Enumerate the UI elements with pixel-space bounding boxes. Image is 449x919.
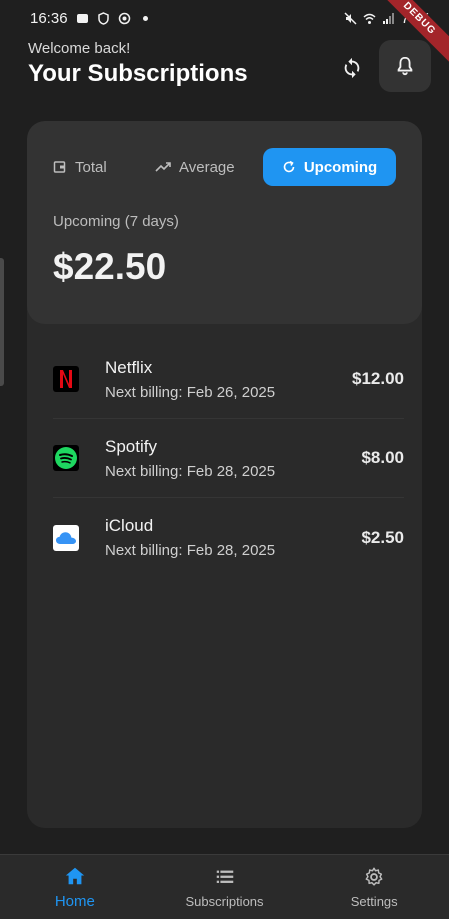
notifications-button[interactable] (379, 40, 431, 92)
tab-upcoming-label: Upcoming (303, 158, 378, 176)
bottom-nav: Home Subscriptions Settings (0, 854, 449, 919)
list-item[interactable]: Netflix Next billing: Feb 26, 2025 $12.0… (53, 340, 404, 419)
summary-panel: Total Average Upcoming Upcoming (7 days)… (27, 121, 422, 324)
item-price: $12.00 (352, 369, 404, 388)
item-text: Netflix Next billing: Feb 26, 2025 (105, 358, 352, 401)
summary-amount: $22.50 (53, 246, 167, 287)
welcome-text: Welcome back! (28, 40, 131, 57)
sync-status-icon (118, 12, 130, 24)
item-text: Spotify Next billing: Feb 28, 2025 (105, 437, 361, 480)
wifi-icon (363, 13, 376, 24)
summary-label: Upcoming (7 days) (53, 213, 179, 230)
tab-total[interactable]: Total (53, 148, 155, 186)
gear-icon (365, 867, 383, 886)
header: Welcome back! Your Subscriptions (28, 40, 248, 88)
dot-icon (142, 15, 148, 21)
tab-upcoming[interactable]: Upcoming (263, 148, 396, 186)
status-left: 16:36 (30, 10, 152, 27)
wallet-icon (53, 161, 66, 173)
nav-home-label: Home (54, 892, 95, 910)
subscription-list: Netflix Next billing: Feb 26, 2025 $12.0… (27, 340, 422, 577)
trending-up-icon (155, 162, 171, 172)
item-name: Spotify (105, 436, 157, 456)
icloud-logo (53, 524, 79, 551)
bell-icon (397, 56, 413, 76)
status-bar: 16:36 71% (0, 0, 449, 36)
nav-settings[interactable]: Settings (299, 855, 449, 919)
item-name: iCloud (105, 516, 154, 535)
nav-settings-label: Settings (350, 893, 398, 909)
tab-average-label: Average (179, 158, 235, 176)
nav-subscriptions[interactable]: Subscriptions (150, 855, 300, 919)
list-item[interactable]: iCloud Next billing: Feb 28, 2025 $2.50 (53, 498, 404, 577)
subscriptions-card: Total Average Upcoming Upcoming (7 days)… (27, 121, 422, 828)
refresh-circle-icon (283, 160, 295, 173)
tab-total-label: Total (75, 158, 107, 176)
netflix-logo (53, 366, 79, 392)
item-price: $2.50 (361, 527, 404, 547)
item-name: Netflix (105, 357, 153, 377)
shield-icon (97, 11, 109, 25)
home-icon (65, 867, 84, 884)
spotify-logo (53, 445, 79, 471)
list-icon (216, 870, 233, 883)
signal-icon (382, 12, 394, 24)
tab-average[interactable]: Average (155, 148, 263, 186)
notification-icon (76, 13, 88, 23)
nav-home[interactable]: Home (0, 855, 150, 919)
item-text: iCloud Next billing: Feb 28, 2025 (105, 516, 361, 559)
status-time: 16:36 (30, 9, 68, 27)
mute-icon (344, 11, 357, 25)
summary-tabs: Total Average Upcoming (53, 148, 396, 186)
item-next-billing: Next billing: Feb 28, 2025 (105, 462, 276, 480)
nav-subscriptions-label: Subscriptions (185, 893, 264, 909)
item-next-billing: Next billing: Feb 26, 2025 (105, 383, 276, 401)
page-title: Your Subscriptions (28, 60, 248, 87)
edge-panel-handle[interactable] (0, 258, 4, 386)
item-price: $8.00 (361, 448, 404, 467)
refresh-button[interactable] (332, 48, 372, 88)
list-item[interactable]: Spotify Next billing: Feb 28, 2025 $8.00 (53, 419, 404, 498)
item-next-billing: Next billing: Feb 28, 2025 (105, 542, 276, 559)
sync-icon (344, 57, 360, 79)
